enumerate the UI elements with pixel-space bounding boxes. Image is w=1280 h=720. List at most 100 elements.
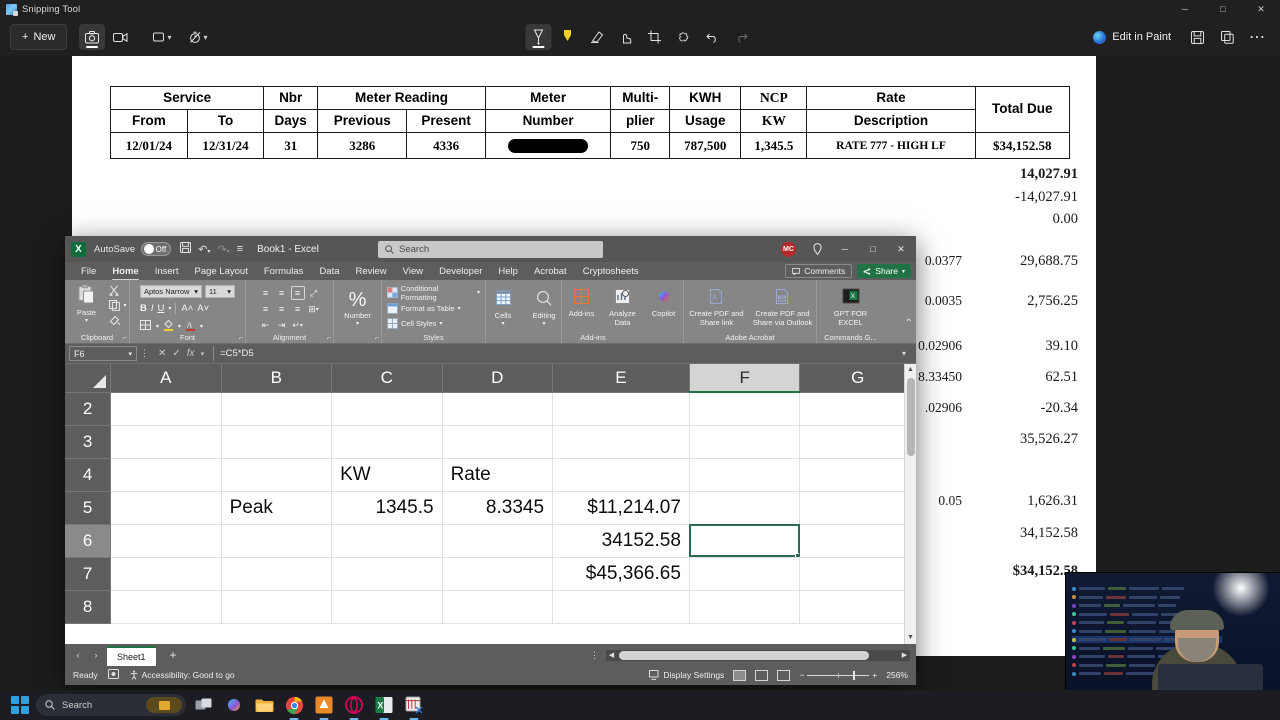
- create-pdf-share-link-button[interactable]: A Create PDF and Share link: [686, 286, 748, 327]
- format-as-table-button[interactable]: Format as Table ▾: [387, 302, 461, 314]
- tab-view[interactable]: View: [395, 262, 431, 280]
- row-header-2[interactable]: 2: [65, 392, 112, 426]
- cell-E2[interactable]: [552, 392, 690, 426]
- undo-icon[interactable]: ↶▾: [198, 243, 210, 256]
- scroll-left-arrow[interactable]: ◀: [606, 651, 617, 659]
- more-options-icon[interactable]: ⋯: [1244, 24, 1270, 50]
- italic-button[interactable]: I: [151, 303, 154, 314]
- taskbar-search[interactable]: Search: [36, 694, 186, 716]
- redo-icon[interactable]: [729, 24, 755, 50]
- editing-button[interactable]: Editing ▾: [525, 288, 563, 328]
- zoom-slider[interactable]: − +: [799, 670, 877, 680]
- font-color-button[interactable]: A: [185, 319, 196, 334]
- minimize-button[interactable]: ─: [832, 236, 858, 262]
- scroll-up-arrow[interactable]: ▲: [907, 364, 914, 376]
- format-painter-button[interactable]: [109, 314, 127, 327]
- expand-formula-bar-icon[interactable]: ▾: [902, 349, 912, 358]
- cells-button[interactable]: Cells ▾: [484, 288, 522, 328]
- cell-D6[interactable]: [442, 524, 554, 558]
- cut-button[interactable]: [109, 284, 127, 297]
- increase-font-size-button[interactable]: A˄: [175, 303, 193, 314]
- minimize-button[interactable]: ─: [1166, 0, 1204, 18]
- row-header-6[interactable]: 6: [65, 524, 112, 558]
- page-break-preview-button[interactable]: [777, 669, 791, 681]
- comments-button[interactable]: Comments: [785, 264, 853, 278]
- cell-F7[interactable]: [689, 557, 801, 591]
- horizontal-scrollbar[interactable]: ◀ ▶: [606, 649, 910, 661]
- cell-F5[interactable]: [689, 491, 801, 525]
- tab-developer[interactable]: Developer: [431, 262, 490, 280]
- zoom-in-button[interactable]: +: [872, 670, 877, 680]
- cell-D4[interactable]: Rate: [442, 458, 554, 492]
- column-header-e[interactable]: E: [552, 364, 690, 393]
- cell-A5[interactable]: [110, 491, 222, 525]
- number-format-button[interactable]: % Number ▾: [339, 288, 377, 328]
- accessibility-checker[interactable]: Accessibility: Good to go: [129, 670, 235, 680]
- new-snip-button[interactable]: + New: [10, 24, 68, 50]
- cell-G6[interactable]: [799, 524, 916, 558]
- cell-A4[interactable]: [110, 458, 222, 492]
- wrap-text-button[interactable]: ↵ ▾: [291, 318, 305, 332]
- cell-E3[interactable]: [552, 425, 690, 459]
- restore-button[interactable]: □: [860, 236, 886, 262]
- tab-formulas[interactable]: Formulas: [256, 262, 312, 280]
- save-icon[interactable]: [180, 242, 192, 256]
- cell-styles-button[interactable]: Cell Styles ▾: [387, 317, 442, 329]
- scroll-grip[interactable]: ⋮: [590, 650, 599, 661]
- next-sheet-arrow[interactable]: ›: [89, 650, 103, 660]
- autosave-toggle[interactable]: AutoSave Off: [94, 242, 172, 256]
- tab-insert[interactable]: Insert: [147, 262, 187, 280]
- cell-D2[interactable]: [442, 392, 554, 426]
- paste-button[interactable]: Paste ▾: [68, 282, 106, 325]
- row-header-5[interactable]: 5: [65, 491, 112, 525]
- cell-F2[interactable]: [689, 392, 801, 426]
- cell-B7[interactable]: [221, 557, 333, 591]
- widgets-icon[interactable]: [146, 697, 182, 713]
- zoom-track[interactable]: [807, 670, 870, 680]
- scroll-right-arrow[interactable]: ▶: [899, 651, 910, 659]
- font-size-select[interactable]: 11 ▾: [205, 285, 235, 298]
- middle-align-button[interactable]: ≡: [275, 286, 289, 300]
- redo-icon[interactable]: ↷▾: [217, 243, 229, 256]
- eraser-icon[interactable]: [584, 24, 610, 50]
- help-icon[interactable]: [804, 236, 830, 262]
- cell-C5[interactable]: 1345.5: [331, 491, 443, 525]
- microsoft-excel-icon[interactable]: X: [372, 693, 396, 717]
- orientation-button[interactable]: ⤢: [307, 286, 321, 300]
- video-record-mode-icon[interactable]: [107, 24, 133, 50]
- cell-E6[interactable]: 34152.58: [552, 524, 690, 558]
- cell-C7[interactable]: [331, 557, 443, 591]
- scroll-down-arrow[interactable]: ▼: [907, 632, 914, 644]
- row-header-7[interactable]: 7: [65, 557, 112, 591]
- google-chrome-icon[interactable]: [282, 693, 306, 717]
- save-icon[interactable]: [1184, 24, 1210, 50]
- alignment-dialog-launcher[interactable]: ⌐: [327, 335, 331, 342]
- tab-data[interactable]: Data: [311, 262, 347, 280]
- analyze-data-button[interactable]: Analyze Data: [604, 286, 642, 327]
- align-right-button[interactable]: ≡: [291, 302, 305, 316]
- bottom-align-button[interactable]: ≡: [290, 286, 305, 300]
- row-header-3[interactable]: 3: [65, 425, 112, 459]
- row-header-4[interactable]: 4: [65, 458, 112, 492]
- column-header-f[interactable]: F: [689, 364, 801, 393]
- crop-icon[interactable]: [642, 24, 668, 50]
- font-name-select[interactable]: Aptos Narrow ▾: [140, 285, 202, 298]
- cell-C8[interactable]: [331, 590, 443, 624]
- gpt-for-excel-button[interactable]: X GPT FOR EXCEL: [825, 286, 877, 327]
- create-pdf-outlook-button[interactable]: Create PDF and Share via Outlook: [751, 286, 815, 327]
- underline-button[interactable]: U: [158, 303, 165, 314]
- select-all-corner[interactable]: [65, 364, 112, 393]
- add-ins-button[interactable]: Add-ins: [563, 286, 601, 319]
- cell-D3[interactable]: [442, 425, 554, 459]
- cell-C6[interactable]: [331, 524, 443, 558]
- cell-A8[interactable]: [110, 590, 222, 624]
- cell-G7[interactable]: [799, 557, 916, 591]
- fill-color-button[interactable]: [163, 319, 174, 334]
- tab-cryptosheets[interactable]: Cryptosheets: [575, 262, 647, 280]
- column-header-g[interactable]: G: [799, 364, 916, 393]
- cell-A7[interactable]: [110, 557, 222, 591]
- cell-F6[interactable]: [689, 524, 801, 558]
- share-button[interactable]: Share ▾: [857, 264, 911, 278]
- cell-G3[interactable]: [799, 425, 916, 459]
- excel-search-box[interactable]: Search: [378, 241, 603, 258]
